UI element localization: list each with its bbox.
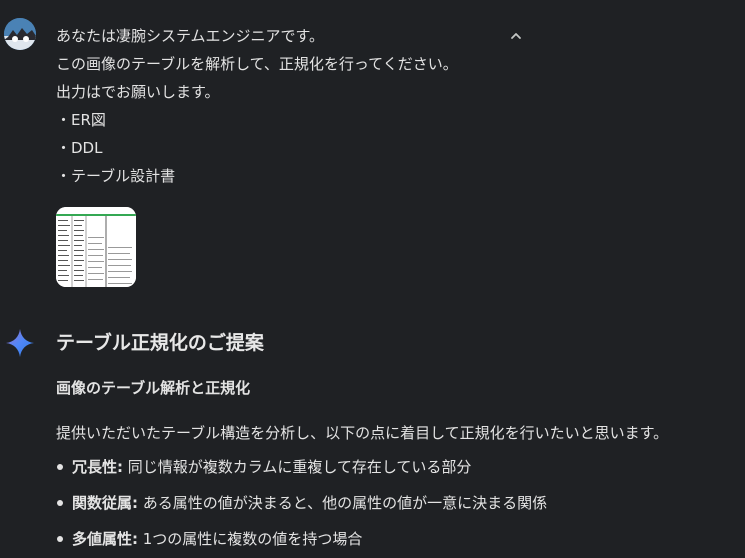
bullet-term: 冗長性: [72, 458, 123, 476]
sparkle-icon [6, 329, 34, 357]
user-message-line: あなたは凄腕システムエンジニアです。 [56, 27, 325, 45]
table-image-preview [56, 207, 136, 287]
attached-image-thumbnail[interactable] [56, 207, 136, 287]
bullet-text: 1つの属性に複数の値を持つ場合 [138, 530, 363, 548]
assistant-sparkle-icon [6, 329, 34, 357]
avatar-image [4, 18, 36, 50]
response-subtitle: 画像のテーブル解析と正規化 [56, 379, 251, 397]
bullet-text: ある属性の値が決まると、他の属性の値が一意に決まる関係 [138, 494, 548, 512]
user-message: あなたは凄腕システムエンジニアです。 この画像のテーブルを解析して、正規化を行っ… [56, 22, 458, 190]
response-intro: 提供いただいたテーブル構造を分析し、以下の点に着目して正規化を行いたいと思います… [56, 424, 669, 442]
user-avatar[interactable] [4, 18, 36, 50]
list-item: 関数従属: ある属性の値が決まると、他の属性の値が一意に決まる関係 [56, 492, 547, 528]
response-title: テーブル正規化のご提案 [56, 332, 264, 354]
bullet-term: 多値属性: [72, 530, 138, 548]
collapse-button[interactable] [506, 26, 526, 46]
chat-page: あなたは凄腕システムエンジニアです。 この画像のテーブルを解析して、正規化を行っ… [0, 0, 745, 558]
user-message-line: ・ER図 [56, 111, 106, 129]
user-message-line: ・DDL [56, 139, 103, 157]
user-message-line: この画像のテーブルを解析して、正規化を行ってください。 [56, 55, 458, 73]
chevron-up-icon [511, 33, 521, 39]
bullet-term: 関数従属: [72, 494, 138, 512]
user-message-line: ・テーブル設計書 [56, 167, 176, 185]
response-bullet-list: 冗長性: 同じ情報が複数カラムに重複して存在している部分 関数従属: ある属性の… [56, 456, 547, 558]
list-item: 多値属性: 1つの属性に複数の値を持つ場合 [56, 528, 547, 558]
bullet-text: 同じ情報が複数カラムに重複して存在している部分 [123, 458, 472, 476]
user-message-line: 出力はでお願いします。 [56, 83, 220, 101]
list-item: 冗長性: 同じ情報が複数カラムに重複して存在している部分 [56, 456, 547, 492]
